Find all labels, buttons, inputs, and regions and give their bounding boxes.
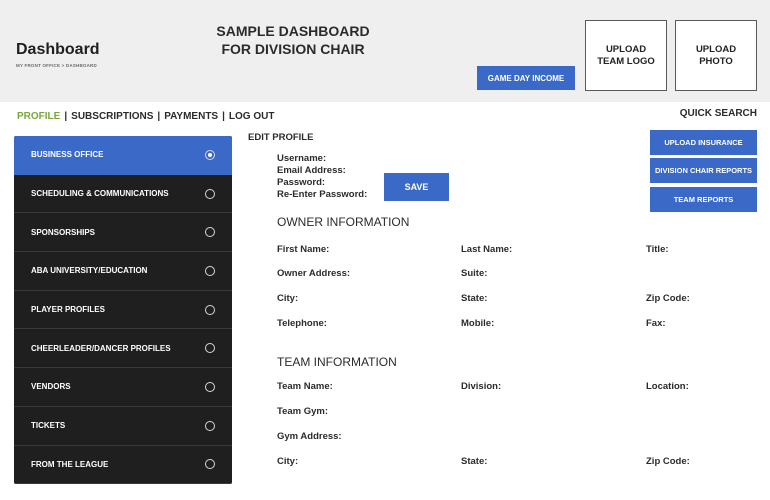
sidebar: BUSINESS OFFICE SCHEDULING & COMMUNICATI…	[14, 136, 232, 484]
sidebar-item-label: SCHEDULING & COMMUNICATIONS	[31, 189, 169, 199]
team-state-label: State:	[461, 456, 488, 467]
radio-icon[interactable]	[205, 304, 215, 315]
owner-city-label: City:	[277, 293, 299, 304]
suite-label: Suite:	[461, 268, 488, 279]
radio-icon[interactable]	[205, 343, 215, 354]
nav-subscriptions-link[interactable]: SUBSCRIPTIONS	[71, 111, 153, 122]
sidebar-item-tickets[interactable]: TICKETS	[14, 407, 232, 446]
upload-insurance-button[interactable]: UPLOAD INSURANCE	[650, 130, 757, 155]
username-label: Username:	[277, 153, 327, 164]
breadcrumb: MY FRONT OFFICE > DASHBOARD	[16, 63, 97, 68]
sidebar-item-cheerleader-profiles[interactable]: CHEERLEADER/DANCER PROFILES	[14, 329, 232, 369]
radio-icon[interactable]	[205, 265, 215, 276]
division-label: Division:	[461, 381, 502, 392]
upload-photo-line2: PHOTO	[699, 55, 733, 67]
page-title: Dashboard	[16, 41, 100, 58]
radio-icon[interactable]	[205, 227, 215, 238]
owner-zip-label: Zip Code:	[646, 293, 690, 304]
sidebar-item-vendors[interactable]: VENDORS	[14, 368, 232, 407]
sidebar-item-label: CHEERLEADER/DANCER PROFILES	[31, 343, 171, 353]
nav-logout-link[interactable]: LOG OUT	[229, 111, 275, 122]
sidebar-item-aba-university[interactable]: ABA UNIVERSITY/EDUCATION	[14, 252, 232, 291]
sidebar-item-label: VENDORS	[31, 382, 71, 392]
owner-address-label: Owner Address:	[277, 268, 351, 279]
radio-icon[interactable]	[205, 459, 215, 470]
radio-icon[interactable]	[205, 420, 215, 431]
sidebar-item-sponsorships[interactable]: SPONSORSHIPS	[14, 213, 232, 253]
first-name-label: First Name:	[277, 244, 330, 255]
top-nav: PROFILE | SUBSCRIPTIONS | PAYMENTS | LOG OUT	[17, 111, 274, 122]
radio-selected-icon[interactable]	[205, 149, 215, 160]
upload-logo-line2: TEAM LOGO	[597, 55, 655, 67]
team-zip-label: Zip Code:	[646, 456, 690, 467]
edit-profile-heading: EDIT PROFILE	[248, 132, 314, 143]
division-chair-reports-button[interactable]: DIVISION CHAIR REPORTS	[650, 158, 757, 183]
owner-information-heading: OWNER INFORMATION	[277, 215, 410, 229]
nav-payments-link[interactable]: PAYMENTS	[164, 111, 218, 122]
team-city-label: City:	[277, 456, 299, 467]
sidebar-item-label: TICKETS	[31, 421, 66, 431]
sample-title-line1: SAMPLE DASHBOARD	[216, 23, 370, 39]
nav-separator: |	[157, 111, 161, 122]
reenter-password-label: Re-Enter Password:	[277, 189, 368, 200]
owner-state-label: State:	[461, 293, 488, 304]
location-label: Location:	[646, 381, 689, 392]
team-name-label: Team Name:	[277, 381, 333, 392]
team-gym-label: Team Gym:	[277, 406, 329, 417]
sidebar-item-label: ABA UNIVERSITY/EDUCATION	[31, 266, 148, 276]
save-button[interactable]: SAVE	[384, 173, 449, 201]
sample-title-line2: FOR DIVISION CHAIR	[221, 41, 365, 57]
upload-logo-line1: UPLOAD	[605, 43, 647, 55]
radio-icon[interactable]	[205, 188, 215, 199]
sidebar-item-scheduling[interactable]: SCHEDULING & COMMUNICATIONS	[14, 175, 232, 214]
nav-profile-link[interactable]: PROFILE	[17, 111, 60, 122]
game-day-income-button[interactable]: GAME DAY INCOME	[477, 66, 575, 90]
sample-dashboard-title: SAMPLE DASHBOARD FOR DIVISION CHAIR	[200, 22, 386, 58]
title-label: Title:	[646, 244, 669, 255]
password-label: Password:	[277, 177, 326, 188]
nav-separator: |	[64, 111, 68, 122]
sidebar-item-from-the-league[interactable]: FROM THE LEAGUE	[14, 446, 232, 484]
team-information-heading: TEAM INFORMATION	[277, 355, 397, 369]
gym-address-label: Gym Address:	[277, 431, 342, 442]
header-bar: Dashboard MY FRONT OFFICE > DASHBOARD SA…	[0, 0, 770, 102]
quick-search-link[interactable]: QUICK SEARCH	[680, 108, 757, 119]
upload-team-logo-button[interactable]: UPLOAD TEAM LOGO	[585, 20, 667, 91]
team-reports-button[interactable]: TEAM REPORTS	[650, 187, 757, 212]
sidebar-item-label: PLAYER PROFILES	[31, 305, 105, 315]
sidebar-item-label: BUSINESS OFFICE	[31, 150, 104, 160]
telephone-label: Telephone:	[277, 318, 327, 329]
fax-label: Fax:	[646, 318, 666, 329]
radio-icon[interactable]	[205, 381, 215, 392]
upload-photo-button[interactable]: UPLOAD PHOTO	[675, 20, 757, 91]
mobile-label: Mobile:	[461, 318, 495, 329]
sidebar-item-business-office[interactable]: BUSINESS OFFICE	[14, 136, 232, 175]
sidebar-item-player-profiles[interactable]: PLAYER PROFILES	[14, 291, 232, 330]
upload-photo-line1: UPLOAD	[695, 43, 737, 55]
nav-separator: |	[222, 111, 225, 122]
sidebar-item-label: FROM THE LEAGUE	[31, 459, 109, 469]
credentials-labels: Username: Email Address: Password: Re-En…	[277, 153, 367, 201]
sidebar-item-label: SPONSORSHIPS	[31, 227, 96, 237]
email-label: Email Address:	[277, 165, 346, 176]
last-name-label: Last Name:	[461, 244, 513, 255]
